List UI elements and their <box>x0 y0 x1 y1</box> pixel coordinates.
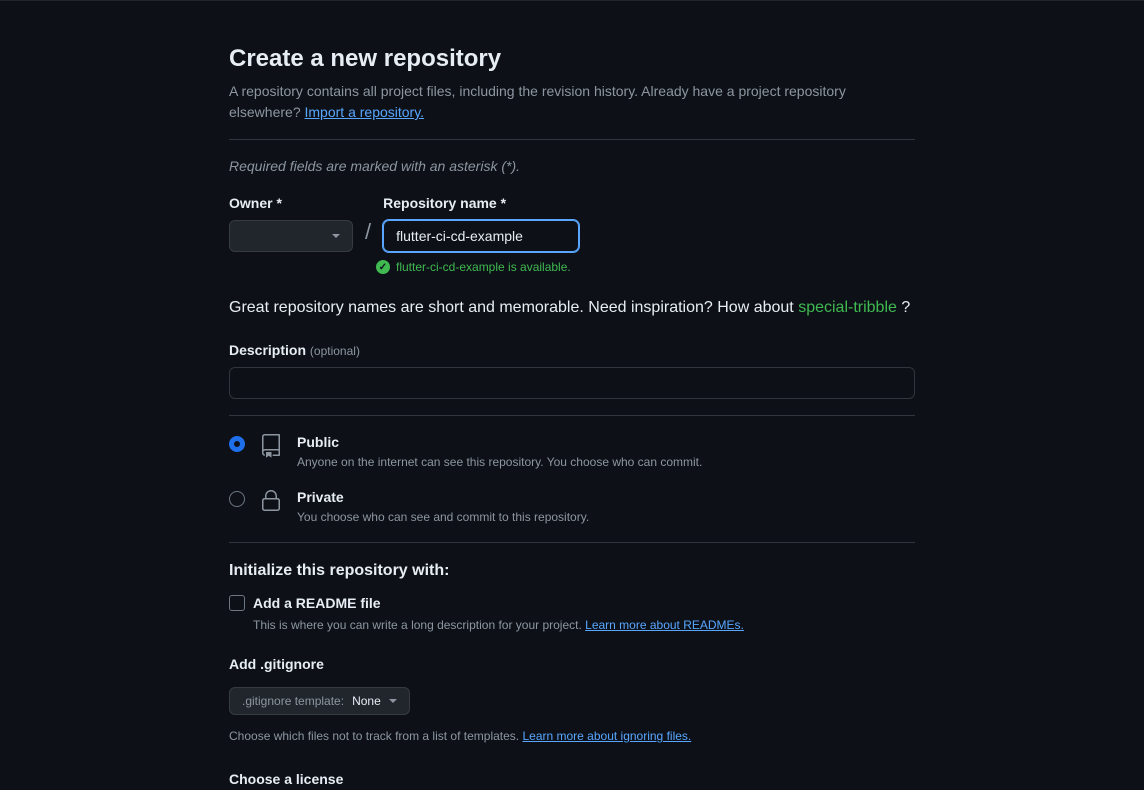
visibility-public-option[interactable]: Public Anyone on the internet can see th… <box>229 432 915 471</box>
public-title: Public <box>297 432 702 453</box>
owner-dropdown[interactable] <box>229 220 353 252</box>
page-title: Create a new repository <box>229 41 915 77</box>
availability-text: flutter-ci-cd-example is available. <box>396 258 571 276</box>
divider <box>229 139 915 140</box>
private-sub: You choose who can see and commit to thi… <box>297 508 589 526</box>
gitignore-label: Add .gitignore <box>229 654 915 675</box>
required-note: Required fields are marked with an aster… <box>229 156 915 177</box>
readme-title: Add a README file <box>253 593 744 614</box>
chevron-down-icon <box>389 699 397 703</box>
readme-sub: This is where you can write a long descr… <box>253 616 744 634</box>
visibility-private-option[interactable]: Private You choose who can see and commi… <box>229 487 915 526</box>
radio-public[interactable] <box>229 436 245 452</box>
check-circle-icon: ✓ <box>376 260 390 274</box>
radio-private[interactable] <box>229 491 245 507</box>
divider <box>229 542 915 543</box>
readme-learn-link[interactable]: Learn more about READMEs. <box>585 618 744 632</box>
readme-checkbox[interactable] <box>229 595 245 611</box>
gitignore-helper: Choose which files not to track from a l… <box>229 727 915 745</box>
repo-icon <box>259 434 283 458</box>
gitignore-dropdown[interactable]: .gitignore template: None <box>229 687 410 715</box>
public-sub: Anyone on the internet can see this repo… <box>297 453 702 471</box>
repo-name-label: Repository name * <box>383 193 579 214</box>
chevron-down-icon <box>332 234 340 238</box>
initialize-header: Initialize this repository with: <box>229 559 915 583</box>
license-label: Choose a license <box>229 769 915 790</box>
import-repo-link[interactable]: Import a repository. <box>305 104 425 120</box>
divider <box>229 415 915 416</box>
availability-status: ✓ flutter-ci-cd-example is available. <box>376 258 915 276</box>
name-suggestion[interactable]: special-tribble <box>798 299 897 316</box>
private-title: Private <box>297 487 589 508</box>
page-subtitle: A repository contains all project files,… <box>229 81 915 123</box>
description-input[interactable] <box>229 367 915 399</box>
inspiration-text: Great repository names are short and mem… <box>229 296 915 320</box>
lock-icon <box>259 489 283 513</box>
description-label: Description (optional) <box>229 342 360 358</box>
gitignore-learn-link[interactable]: Learn more about ignoring files. <box>522 729 691 743</box>
owner-label: Owner * <box>229 193 353 214</box>
path-separator: / <box>361 215 375 252</box>
repo-name-input[interactable] <box>383 220 579 252</box>
